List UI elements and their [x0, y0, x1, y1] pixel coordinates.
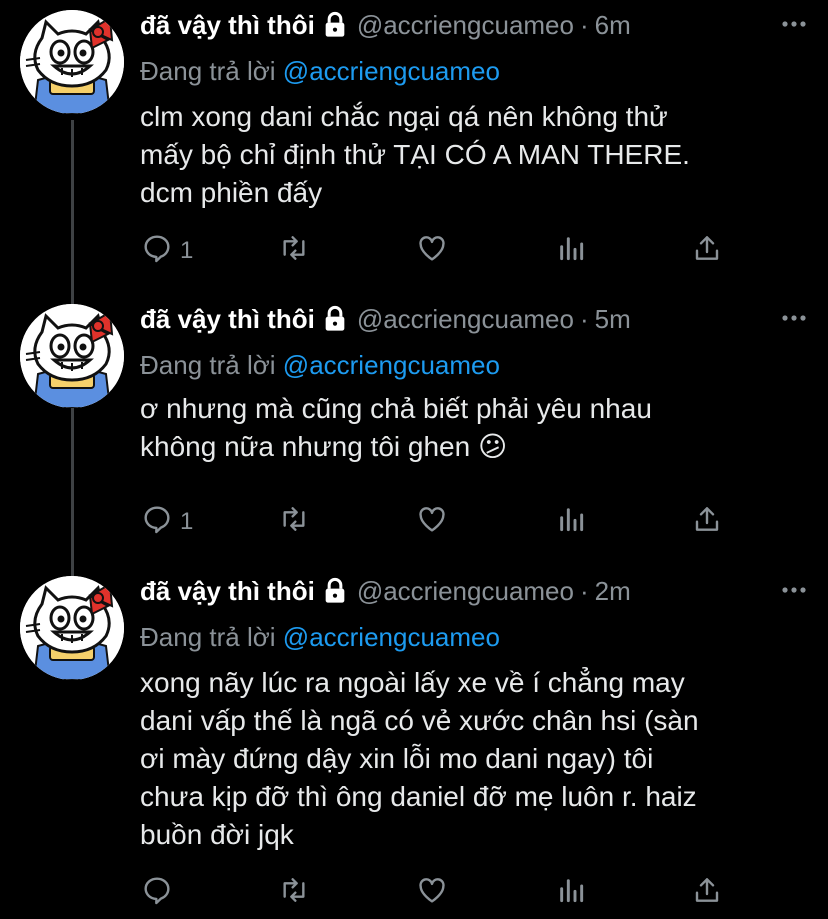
like-icon [415, 503, 449, 540]
reply-icon [140, 503, 174, 540]
tweet-header: đã vậy thì thôi @accriengcuameo · 2m [140, 574, 808, 608]
replying-to: Đang trả lời @accriengcuameo [140, 350, 500, 381]
share-icon [691, 874, 723, 911]
display-name[interactable]: đã vậy thì thôi [140, 10, 315, 41]
like-icon [415, 874, 449, 911]
more-icon[interactable] [780, 310, 808, 328]
analytics-button[interactable] [555, 874, 587, 911]
reply-button[interactable] [140, 874, 180, 911]
separator-dot: · [579, 575, 589, 606]
lock-icon [321, 11, 349, 39]
share-button[interactable] [691, 232, 723, 269]
retweet-icon [276, 874, 312, 911]
like-button[interactable] [415, 874, 449, 911]
reply-icon [140, 232, 174, 269]
reply-button[interactable]: 1 [140, 503, 193, 540]
retweet-icon [276, 232, 312, 269]
timestamp[interactable]: 2m [595, 576, 631, 607]
replying-to-label: Đang trả lời [140, 56, 276, 86]
analytics-icon [555, 874, 587, 911]
retweet-icon [276, 503, 312, 540]
user-handle[interactable]: @accriengcuameo [357, 576, 574, 607]
tweet-text-line: ơi mày đứng dậy xin lỗi mo dani ngay) tô… [140, 743, 654, 774]
tweet-text-line: dani vấp thế là ngã có vẻ xước chân hsi … [140, 705, 699, 736]
like-button[interactable] [415, 503, 449, 540]
share-icon [691, 232, 723, 269]
analytics-icon [555, 503, 587, 540]
replying-to: Đang trả lời @accriengcuameo [140, 56, 500, 87]
tweet-actions: 1 [140, 503, 740, 543]
lock-icon [321, 305, 349, 333]
reply-icon [140, 874, 174, 911]
avatar[interactable] [20, 576, 124, 680]
display-name[interactable]: đã vậy thì thôi [140, 576, 315, 607]
lock-icon [321, 577, 349, 605]
user-handle[interactable]: @accriengcuameo [357, 10, 574, 41]
avatar[interactable] [20, 304, 124, 408]
replying-to: Đang trả lời @accriengcuameo [140, 622, 500, 653]
tweet-text-line: không nữa nhưng tôi ghen 😕 [140, 431, 508, 462]
tweet-text-line: clm xong dani chắc ngại qá nên không thử [140, 101, 668, 132]
analytics-button[interactable] [555, 232, 587, 269]
reply-count: 1 [180, 507, 194, 535]
analytics-icon [555, 232, 587, 269]
tweet-actions: 1 [140, 232, 740, 272]
tweet-text-line: chưa kịp đỡ thì ông daniel đỡ mẹ luôn r.… [140, 781, 697, 812]
tweet-text-line: buồn đời jqk [140, 819, 294, 850]
share-icon [691, 503, 723, 540]
mention-link[interactable]: @accriengcuameo [283, 56, 500, 86]
mention-link[interactable]: @accriengcuameo [283, 622, 500, 652]
like-icon [415, 232, 449, 269]
avatar[interactable] [20, 10, 124, 114]
tweet-text-line: mấy bộ chỉ định thử TẠI CÓ A MAN THERE. [140, 139, 690, 170]
retweet-button[interactable] [276, 232, 312, 269]
tweet-text-line: xong nãy lúc ra ngoài lấy xe về í chẳng … [140, 667, 685, 698]
tweet-text-line: dcm phiền đấy [140, 177, 323, 208]
thread-line [71, 395, 74, 587]
replying-to-label: Đang trả lời [140, 350, 276, 380]
tweet-actions [140, 874, 740, 914]
more-icon[interactable] [780, 582, 808, 600]
retweet-button[interactable] [276, 503, 312, 540]
tweet-text: clm xong dani chắc ngại qá nên không thử… [140, 98, 800, 212]
more-icon[interactable] [780, 16, 808, 34]
timestamp[interactable]: 5m [595, 304, 631, 335]
analytics-button[interactable] [555, 503, 587, 540]
share-button[interactable] [691, 503, 723, 540]
user-handle[interactable]: @accriengcuameo [357, 304, 574, 335]
timestamp[interactable]: 6m [595, 10, 631, 41]
tweet-text: ơ nhưng mà cũng chả biết phải yêu nhau kh… [140, 390, 800, 466]
share-button[interactable] [691, 874, 723, 911]
replying-to-label: Đang trả lời [140, 622, 276, 652]
like-button[interactable] [415, 232, 449, 269]
thread-line [71, 120, 74, 315]
display-name[interactable]: đã vậy thì thôi [140, 304, 315, 335]
tweet-header: đã vậy thì thôi @accriengcuameo · 6m [140, 8, 808, 42]
separator-dot: · [579, 9, 589, 40]
mention-link[interactable]: @accriengcuameo [283, 350, 500, 380]
tweet-text-line: ơ nhưng mà cũng chả biết phải yêu nhau [140, 393, 652, 424]
reply-count: 1 [180, 236, 194, 264]
separator-dot: · [579, 303, 589, 334]
tweet-header: đã vậy thì thôi @accriengcuameo · 5m [140, 302, 808, 336]
tweet-text: xong nãy lúc ra ngoài lấy xe về í chẳng … [140, 664, 800, 854]
retweet-button[interactable] [276, 874, 312, 911]
reply-button[interactable]: 1 [140, 232, 193, 269]
